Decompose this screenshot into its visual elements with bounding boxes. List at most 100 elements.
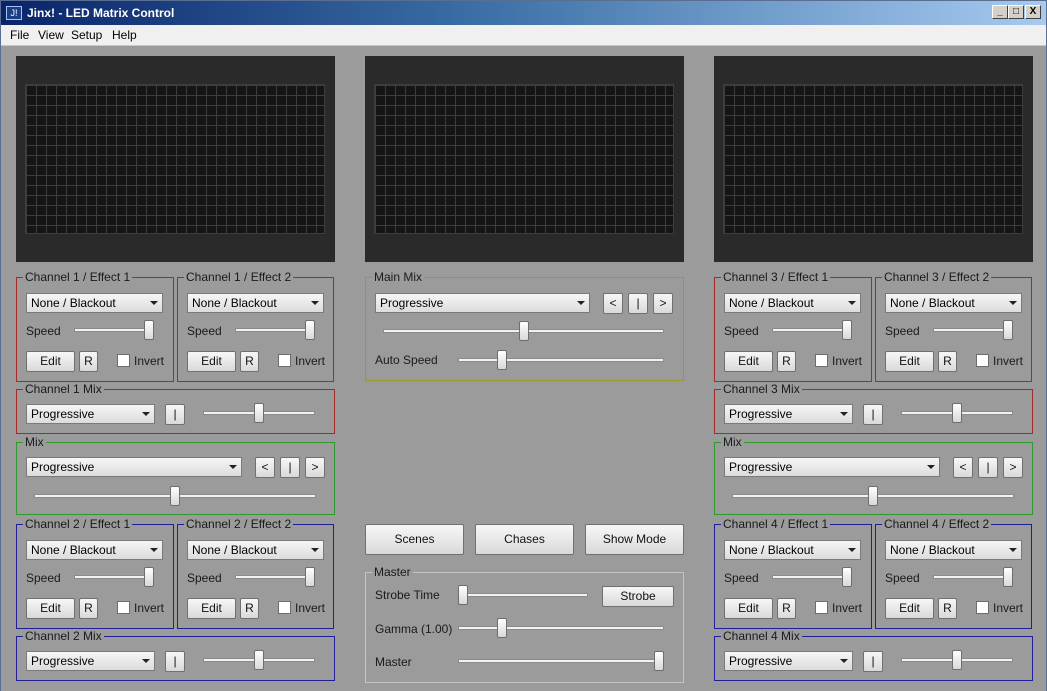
channel-mix-slider[interactable] [901, 650, 1013, 670]
menu-setup[interactable]: Setup [71, 28, 102, 42]
effect-dropdown[interactable]: None / Blackout [26, 540, 163, 560]
maximize-button[interactable]: □ [1008, 5, 1024, 19]
slider-thumb[interactable] [458, 585, 468, 605]
invert-checkbox[interactable] [278, 601, 291, 614]
channel-mix-dropdown[interactable]: Progressive [724, 404, 853, 424]
pause-button[interactable]: | [628, 293, 648, 314]
prev-button[interactable]: < [953, 457, 973, 478]
effect-dropdown[interactable]: None / Blackout [724, 293, 861, 313]
mix-slider[interactable] [732, 486, 1014, 506]
slider-thumb[interactable] [952, 650, 962, 670]
effect-dropdown[interactable]: None / Blackout [26, 293, 163, 313]
reset-button[interactable]: R [240, 598, 259, 619]
invert-checkbox[interactable] [815, 601, 828, 614]
slider-thumb[interactable] [654, 651, 664, 671]
speed-slider[interactable] [235, 567, 315, 587]
pause-button[interactable]: | [863, 404, 883, 425]
slider-thumb[interactable] [842, 567, 852, 587]
pause-button[interactable]: | [863, 651, 883, 672]
master-slider[interactable] [458, 651, 664, 671]
effect-dropdown[interactable]: None / Blackout [885, 293, 1022, 313]
next-button[interactable]: > [305, 457, 325, 478]
gamma-slider[interactable] [458, 618, 664, 638]
channel-mix-dropdown[interactable]: Progressive [724, 651, 853, 671]
strobe-button[interactable]: Strobe [602, 586, 674, 607]
speed-slider[interactable] [933, 320, 1013, 340]
channel-mix-slider[interactable] [203, 650, 315, 670]
menu-help[interactable]: Help [112, 28, 137, 42]
next-button[interactable]: > [653, 293, 673, 314]
menu-file[interactable]: File [10, 28, 29, 42]
main-mix-slider[interactable] [383, 321, 664, 341]
strobe-time-slider[interactable] [458, 585, 588, 605]
invert-checkbox[interactable] [976, 601, 989, 614]
invert-checkbox[interactable] [117, 354, 130, 367]
slider-thumb[interactable] [952, 403, 962, 423]
channel-mix-slider[interactable] [203, 403, 315, 423]
channel-mix-dropdown[interactable]: Progressive [26, 404, 155, 424]
close-button[interactable]: X [1025, 5, 1041, 19]
edit-button[interactable]: Edit [885, 598, 934, 619]
auto-speed-slider[interactable] [458, 350, 664, 370]
prev-button[interactable]: < [603, 293, 623, 314]
speed-slider[interactable] [772, 567, 852, 587]
effect-dropdown[interactable]: None / Blackout [187, 540, 324, 560]
slider-thumb[interactable] [1003, 320, 1013, 340]
slider-thumb[interactable] [144, 567, 154, 587]
slider-thumb[interactable] [518, 321, 529, 341]
slider-thumb[interactable] [497, 350, 508, 370]
mix-slider[interactable] [34, 486, 316, 506]
slider-thumb[interactable] [305, 567, 315, 587]
title-bar[interactable]: J! Jinx! - LED Matrix Control _ □ X [1, 1, 1046, 25]
speed-slider[interactable] [772, 320, 852, 340]
pause-button[interactable]: | [165, 651, 185, 672]
edit-button[interactable]: Edit [724, 351, 773, 372]
mix-dropdown[interactable]: Progressive [26, 457, 242, 477]
slider-thumb[interactable] [254, 403, 264, 423]
slider-thumb[interactable] [305, 320, 315, 340]
reset-button[interactable]: R [777, 598, 796, 619]
slider-thumb[interactable] [144, 320, 154, 340]
minimize-button[interactable]: _ [992, 5, 1008, 19]
invert-checkbox[interactable] [976, 354, 989, 367]
menu-view[interactable]: View [38, 28, 64, 42]
effect-dropdown[interactable]: None / Blackout [187, 293, 324, 313]
edit-button[interactable]: Edit [885, 351, 934, 372]
slider-thumb[interactable] [497, 618, 508, 638]
speed-slider[interactable] [235, 320, 315, 340]
edit-button[interactable]: Edit [187, 351, 236, 372]
reset-button[interactable]: R [79, 351, 98, 372]
invert-checkbox[interactable] [117, 601, 130, 614]
speed-slider[interactable] [74, 567, 154, 587]
reset-button[interactable]: R [938, 351, 957, 372]
channel-mix-dropdown[interactable]: Progressive [26, 651, 155, 671]
scenes-button[interactable]: Scenes [365, 524, 464, 555]
slider-thumb[interactable] [868, 486, 878, 506]
reset-button[interactable]: R [79, 598, 98, 619]
slider-thumb[interactable] [1003, 567, 1013, 587]
edit-button[interactable]: Edit [724, 598, 773, 619]
speed-slider[interactable] [933, 567, 1013, 587]
speed-slider[interactable] [74, 320, 154, 340]
invert-checkbox[interactable] [278, 354, 291, 367]
reset-button[interactable]: R [240, 351, 259, 372]
edit-button[interactable]: Edit [26, 351, 75, 372]
prev-button[interactable]: < [255, 457, 275, 478]
reset-button[interactable]: R [777, 351, 796, 372]
slider-thumb[interactable] [170, 486, 180, 506]
effect-dropdown[interactable]: None / Blackout [724, 540, 861, 560]
channel-mix-slider[interactable] [901, 403, 1013, 423]
show-mode-button[interactable]: Show Mode [585, 524, 684, 555]
slider-thumb[interactable] [842, 320, 852, 340]
edit-button[interactable]: Edit [26, 598, 75, 619]
chases-button[interactable]: Chases [475, 524, 574, 555]
next-button[interactable]: > [1003, 457, 1023, 478]
mix-dropdown[interactable]: Progressive [724, 457, 940, 477]
effect-dropdown[interactable]: None / Blackout [885, 540, 1022, 560]
pause-button[interactable]: | [280, 457, 300, 478]
pause-button[interactable]: | [978, 457, 998, 478]
invert-checkbox[interactable] [815, 354, 828, 367]
slider-thumb[interactable] [254, 650, 264, 670]
edit-button[interactable]: Edit [187, 598, 236, 619]
reset-button[interactable]: R [938, 598, 957, 619]
